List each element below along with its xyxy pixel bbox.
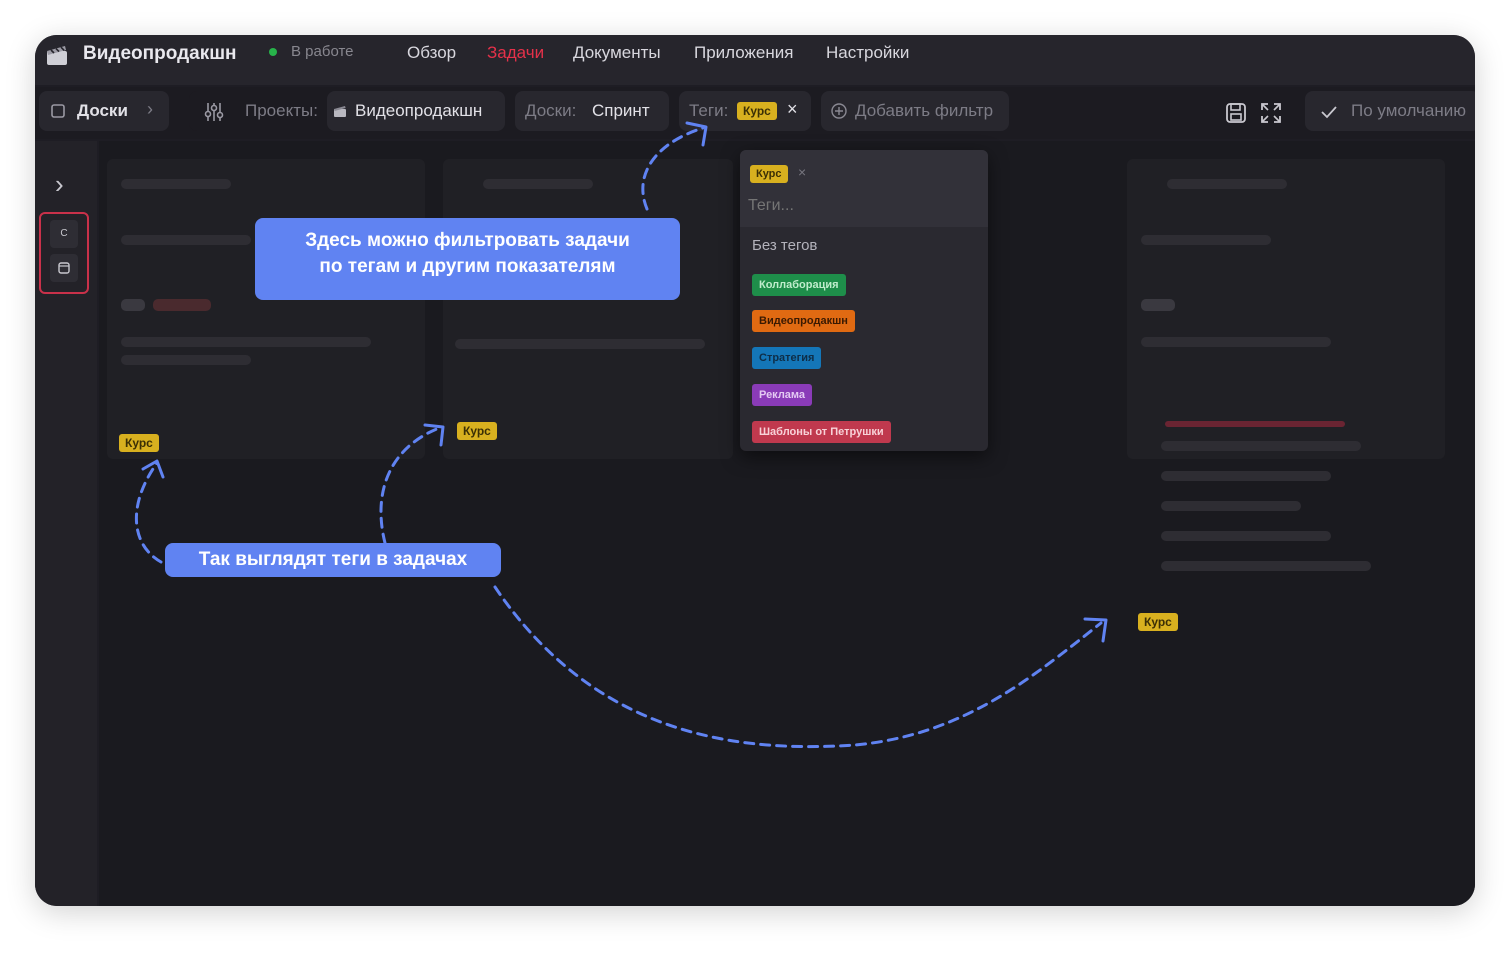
filter-callout-line1: Здесь можно фильтровать задачи: [305, 230, 630, 251]
app-window: Видеопродакшн В работе Обзор Задачи Доку…: [35, 35, 1475, 906]
filter-callout-line2: по тегам и другим показателям: [319, 256, 616, 277]
tags-in-tasks-callout: Так выглядят теги в задачах: [165, 543, 501, 577]
filter-callout: Здесь можно фильтровать задачи по тегам …: [255, 218, 680, 300]
annotation-arrows: [135, 121, 1108, 749]
